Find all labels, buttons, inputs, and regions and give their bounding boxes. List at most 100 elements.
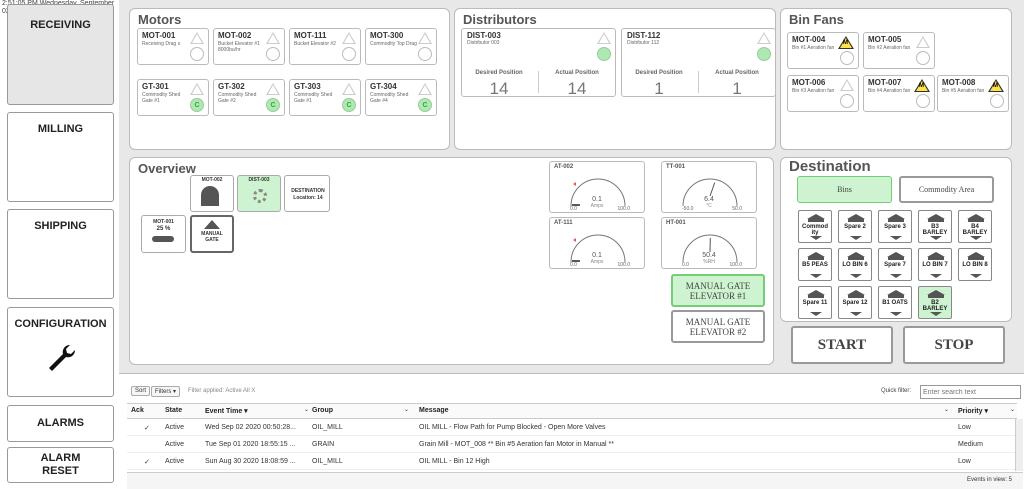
nav-shipping-button[interactable]: SHIPPING bbox=[7, 209, 114, 299]
nav-label: SHIPPING bbox=[34, 220, 87, 232]
binfan-card[interactable]: MOT-004 Bin #1 Aeration fan M bbox=[787, 32, 859, 69]
filters-button[interactable]: Filters ▾ bbox=[151, 386, 181, 397]
bin-button[interactable]: Spare 7 bbox=[878, 248, 912, 281]
bin-label: Spare 7 bbox=[884, 262, 906, 268]
binfan-card[interactable]: MOT-007 Bin #4 Aeration fan M bbox=[863, 75, 935, 112]
motor-card-id: GT-302 bbox=[218, 82, 245, 91]
motor-card[interactable]: GT-303 Commodity Shed Gate #1 C bbox=[289, 79, 361, 116]
overview-destination-label: DESTINATION Location: 14 bbox=[291, 188, 325, 201]
overview-destination[interactable]: DESTINATION Location: 14 bbox=[284, 175, 330, 212]
bin-button[interactable]: B2 BARLEY bbox=[918, 286, 952, 319]
nav-label: CONFIGURATION bbox=[14, 318, 107, 330]
cell-state: Active bbox=[165, 424, 185, 431]
motor-card[interactable]: GT-304 Commodity Shed Gate #4 C bbox=[365, 79, 437, 116]
table-row[interactable]: ✓ Active Wed Sep 02 2020 00:50:28... OIL_MI… bbox=[127, 420, 1017, 436]
cell-priority: Low bbox=[958, 458, 971, 465]
tab-bins[interactable]: Bins bbox=[797, 176, 892, 203]
sort-button[interactable]: Sort bbox=[131, 386, 151, 396]
bin-button[interactable]: Commod ity bbox=[798, 210, 832, 243]
tab-bins-label: Bins bbox=[837, 184, 852, 194]
col-event-time-label: Event Time bbox=[205, 408, 243, 415]
overview-mot001[interactable]: MOT-001 25 % bbox=[141, 215, 186, 253]
nav-alarm-reset-button[interactable]: ALARM RESET bbox=[7, 447, 114, 483]
nav-alarms-button[interactable]: ALARMS bbox=[7, 405, 114, 442]
cell-message: OIL MILL - Flow Path for Pump Blocked - … bbox=[419, 424, 606, 431]
overview-mot002[interactable]: MOT-002 bbox=[190, 175, 234, 212]
nav-configuration-button[interactable]: CONFIGURATION bbox=[7, 307, 114, 397]
manual-mode-letter: M bbox=[843, 40, 848, 46]
col-priority[interactable]: Priority ▾ bbox=[958, 407, 988, 415]
gauge-min: 0.0 bbox=[682, 262, 689, 268]
cell-time: Tue Sep 01 2020 18:55:15 ... bbox=[205, 441, 296, 448]
col-state[interactable]: State bbox=[165, 407, 182, 414]
bin-button[interactable]: Spare 12 bbox=[838, 286, 872, 319]
motor-card[interactable]: MOT-111 Bucket Elevator #2 bbox=[289, 28, 361, 65]
nav-receiving-button[interactable]: RECEIVING bbox=[7, 4, 114, 105]
motor-card[interactable]: MOT-001 Receiving Drag x bbox=[137, 28, 209, 65]
binfan-card[interactable]: MOT-005 Bin #2 Aeration fan bbox=[863, 32, 935, 69]
status-circle-icon bbox=[840, 51, 854, 65]
bin-button[interactable]: B4 BARLEY bbox=[958, 210, 992, 243]
bin-button[interactable]: LO BIN 7 bbox=[918, 248, 952, 281]
bin-body-icon bbox=[848, 295, 864, 298]
overview-dist003[interactable]: DIST-003 bbox=[237, 175, 281, 212]
motor-card-desc: Commodity Shed Gate #1 bbox=[142, 92, 181, 104]
chevron-down-icon[interactable]: ⌄ bbox=[304, 406, 309, 413]
status-circle-icon: C bbox=[418, 98, 432, 112]
bin-button[interactable]: LO BIN 6 bbox=[838, 248, 872, 281]
bin-button[interactable]: Spare 11 bbox=[798, 286, 832, 319]
table-row[interactable]: ✓ Active Sun Aug 30 2020 18:08:59 ... OIL_M… bbox=[127, 454, 1017, 470]
bin-body-icon bbox=[928, 257, 944, 260]
bin-button[interactable]: B3 BARLEY bbox=[918, 210, 952, 243]
bin-button[interactable]: Spare 3 bbox=[878, 210, 912, 243]
tab-commodity-area[interactable]: Commodity Area bbox=[899, 176, 994, 203]
bin-button[interactable]: B1 OATS bbox=[878, 286, 912, 319]
motor-card[interactable]: GT-302 Commodity Shed Gate #2 C bbox=[213, 79, 285, 116]
gauge-setpoint-marker bbox=[573, 182, 576, 186]
distributor-card[interactable]: DIST-112 Distributor 112 Desired Position A… bbox=[621, 28, 776, 98]
motor-card-id: MOT-001 bbox=[142, 31, 176, 40]
gauge-needle bbox=[709, 182, 716, 197]
chevron-down-icon[interactable]: ⌄ bbox=[1010, 406, 1015, 413]
status-circle-icon: C bbox=[342, 98, 356, 112]
motor-card[interactable]: MOT-300 Commodity Top Drag bbox=[365, 28, 437, 65]
warning-triangle-icon: M bbox=[838, 36, 854, 49]
motor-card[interactable]: MOT-002 Bucket Elevator #1 8000bu/hr bbox=[213, 28, 285, 65]
quick-filter-input[interactable] bbox=[920, 385, 1021, 399]
binfan-card[interactable]: MOT-008 Bin #5 Aeration fan M bbox=[937, 75, 1009, 112]
actual-position-label: Actual Position bbox=[715, 70, 759, 76]
stop-button[interactable]: STOP bbox=[903, 326, 1005, 364]
distributor-card[interactable]: DIST-003 Distributor 003 Desired Position A… bbox=[461, 28, 616, 98]
gauge-value: 0.1 bbox=[592, 196, 602, 203]
chevron-down-icon[interactable]: ⌄ bbox=[944, 406, 949, 413]
bin-button[interactable]: B5 PEAS bbox=[798, 248, 832, 281]
table-row[interactable]: Active Tue Sep 01 2020 18:55:15 ... GRAIN G… bbox=[127, 437, 1017, 453]
col-message[interactable]: Message bbox=[419, 407, 449, 414]
manual-gate-elevator-2-button[interactable]: MANUAL GATE ELEVATOR #2 bbox=[671, 310, 765, 343]
gauge-max: 100.0 bbox=[729, 262, 742, 268]
start-label: START bbox=[817, 337, 867, 353]
nav-milling-button[interactable]: MILLING bbox=[7, 112, 114, 202]
binfan-card[interactable]: MOT-006 Bin #3 Aeration fan bbox=[787, 75, 859, 112]
gauge-value: 0.1 bbox=[592, 252, 602, 259]
manual-gate-elevator-1-button[interactable]: MANUAL GATE ELEVATOR #1 bbox=[671, 274, 765, 307]
motor-card-desc: Bucket Elevator #1 8000bu/hr bbox=[218, 41, 260, 53]
distributor-card-desc: Distributor 003 bbox=[467, 40, 500, 46]
col-group[interactable]: Group bbox=[312, 407, 333, 414]
motor-card-desc: Commodity Shed Gate #4 bbox=[370, 92, 409, 104]
chevron-down-icon[interactable]: ⌄ bbox=[404, 406, 409, 413]
overview-manual-gate[interactable]: MANUAL GATE bbox=[190, 215, 234, 253]
bin-hopper-icon bbox=[890, 312, 902, 316]
cell-priority: Medium bbox=[958, 441, 983, 448]
bin-button[interactable]: Spare 2 bbox=[838, 210, 872, 243]
overview-mot001-label: MOT-001 bbox=[153, 219, 174, 225]
motor-card[interactable]: GT-301 Commodity Shed Gate #1 C bbox=[137, 79, 209, 116]
bin-button[interactable]: LO BIN 8 bbox=[958, 248, 992, 281]
col-event-time[interactable]: Event Time ▾ bbox=[205, 407, 248, 415]
table-scrollbar[interactable] bbox=[1015, 419, 1023, 471]
motor-card-desc: Receiving Drag x bbox=[142, 41, 181, 47]
col-ack[interactable]: Ack bbox=[131, 407, 144, 414]
distributor-card-id: DIST-112 bbox=[627, 31, 661, 40]
desired-position-value: 14 bbox=[489, 79, 509, 98]
start-button[interactable]: START bbox=[791, 326, 893, 364]
